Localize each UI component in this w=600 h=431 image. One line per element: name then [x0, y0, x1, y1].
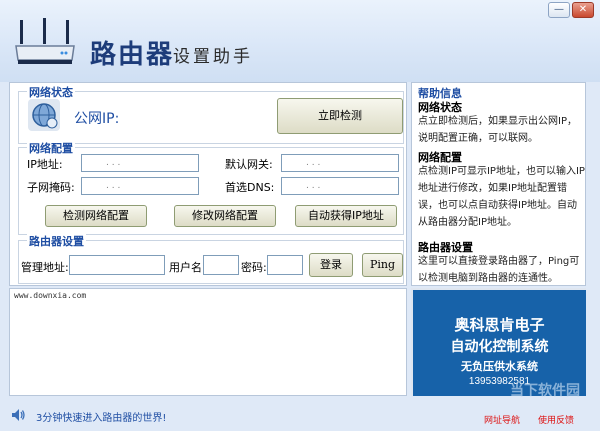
password-label: 密码: [241, 261, 267, 274]
ad-line2: 自动化控制系统 [450, 339, 549, 355]
app-subtitle: 设置助手 [173, 47, 253, 67]
feedback-link[interactable]: 使用反馈 [538, 413, 574, 426]
help-panel: 帮助信息 网络状态 点立即检测后，如果显示出公网IP，说明配置正确，可以联网。 … [411, 82, 586, 286]
web-navigation-link[interactable]: 网址导航 [484, 413, 520, 426]
router-logo-icon [15, 18, 75, 64]
manage-address-label: 管理地址: [21, 261, 69, 274]
router-settings-title: 路由器设置 [27, 233, 86, 249]
login-button[interactable]: 登录 [309, 253, 353, 277]
network-config-group: 网络配置 IP地址: . . . 默认网关: . . . 子网掩码: . . .… [18, 140, 404, 235]
subnet-mask-label: 子网掩码: [27, 181, 75, 194]
watermark: 当下软件园 [510, 383, 580, 399]
ip-dots: . . . [106, 158, 121, 168]
main-panel: 网络状态 公网IP: 立即检测 网络配置 IP地址: . . . 默认网关: .… [9, 82, 407, 286]
help-router-settings-text: 这里可以直接登录路由器了，Ping可以检测电脑到路由器的连通性。 [418, 256, 580, 284]
speaker-icon [12, 409, 25, 421]
gateway-label: 默认网关: [225, 158, 273, 171]
app-title: 路由器 [90, 40, 175, 70]
auto-obtain-ip-button[interactable]: 自动获得IP地址 [295, 205, 397, 227]
network-config-title: 网络配置 [27, 140, 75, 156]
window-controls: — ✕ [548, 2, 594, 18]
ping-button[interactable]: Ping [362, 253, 403, 277]
close-icon[interactable]: ✕ [572, 2, 594, 18]
network-status-group: 网络状态 公网IP: 立即检测 [18, 84, 404, 144]
ad-line3: 无负压供水系统 [461, 360, 538, 373]
globe-icon [28, 99, 60, 131]
modify-network-config-button[interactable]: 修改网络配置 [174, 205, 276, 227]
status-bar: 3分钟快速进入路由器的世界! 网址导航 使用反馈 [0, 400, 600, 431]
router-settings-group: 路由器设置 管理地址: 用户名: 密码: 登录 Ping [18, 233, 404, 284]
subnet-mask-field[interactable]: . . . [81, 177, 199, 195]
app-header: — ✕ 路由器 设置助手 [0, 0, 600, 82]
dns-dots: . . . [306, 181, 321, 191]
dns-label: 首选DNS: [225, 181, 275, 194]
help-network-config-text: 点检测IP可显示IP地址，也可以输入IP地址进行修改，如果IP地址配置错误，也可… [418, 166, 585, 228]
ip-address-label: IP地址: [27, 158, 63, 171]
password-field[interactable] [267, 255, 303, 275]
help-network-status-text: 点立即检测后，如果显示出公网IP，说明配置正确，可以联网。 [418, 116, 577, 144]
status-message: 3分钟快速进入路由器的世界! [36, 413, 167, 424]
public-ip-label: 公网IP: [74, 111, 120, 127]
username-label: 用户名: [169, 261, 206, 274]
ad-company: 奥科思肯电子 [454, 316, 545, 334]
username-field[interactable] [203, 255, 239, 275]
gateway-dots: . . . [306, 158, 321, 168]
ip-address-field[interactable]: . . . [81, 154, 199, 172]
manage-address-field[interactable] [69, 255, 165, 275]
log-output[interactable]: www.downxia.com [9, 288, 407, 396]
mask-dots: . . . [106, 181, 121, 191]
dns-field[interactable]: . . . [281, 177, 399, 195]
gateway-field[interactable]: . . . [281, 154, 399, 172]
detect-now-button[interactable]: 立即检测 [277, 98, 403, 134]
minimize-icon[interactable]: — [548, 2, 570, 18]
check-network-config-button[interactable]: 检测网络配置 [45, 205, 147, 227]
